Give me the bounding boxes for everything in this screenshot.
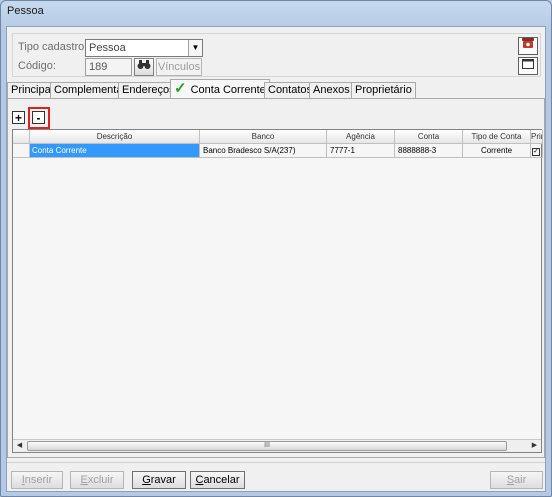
excluir-button[interactable]: Excluir [70, 471, 124, 489]
tipo-cadastro-label: Tipo cadastro [18, 41, 85, 53]
inserir-button[interactable]: Inserir [11, 471, 63, 489]
cell-tipo-conta[interactable]: Corrente [463, 144, 531, 158]
row-indicator-header [13, 130, 30, 144]
gravar-button[interactable]: Gravar [132, 471, 186, 489]
action-bar: Inserir Excluir Gravar Cancelar Sair [7, 462, 545, 491]
sair-button[interactable]: Sair [490, 471, 543, 489]
pessoa-window: Pessoa Tipo cadastro Pessoa ▼ Código: 18… [0, 0, 552, 497]
tipo-cadastro-select[interactable]: Pessoa ▼ [85, 39, 203, 57]
table-row[interactable]: Conta Corrente Banco Bradesco S/A(237) 7… [13, 144, 543, 158]
sair-accel: S [506, 474, 515, 486]
binoculars-icon[interactable] [134, 58, 154, 76]
window-glyph [522, 58, 534, 69]
excluir-label: xcluir [87, 474, 114, 486]
col-conta[interactable]: Conta [395, 130, 463, 144]
accounts-grid[interactable]: Descrição Banco Agência Conta Tipo de Co… [12, 129, 543, 453]
vinculos-button[interactable]: Vínculos [156, 58, 202, 76]
codigo-label: Código: [18, 60, 56, 72]
check-icon: ✓ [174, 80, 187, 97]
gravar-label: ravar [150, 474, 176, 486]
phone-glyph [522, 38, 534, 48]
chevron-down-icon[interactable]: ▼ [188, 40, 202, 56]
col-tipo-conta[interactable]: Tipo de Conta [463, 130, 531, 144]
window-title: Pessoa [7, 5, 44, 17]
tab-anexos[interactable]: Anexos [309, 82, 354, 98]
col-principal[interactable]: Princ [531, 130, 543, 144]
remove-highlight-box [28, 107, 50, 129]
gravar-accel: G [142, 474, 151, 486]
tipo-cadastro-value: Pessoa [89, 42, 126, 54]
header-group: Tipo cadastro Pessoa ▼ Código: 189 Víncu… [12, 33, 541, 77]
scroll-left-icon[interactable]: ◀ [13, 440, 26, 452]
sair-label: air [514, 474, 527, 486]
scroll-thumb[interactable]: III [27, 441, 507, 451]
col-banco[interactable]: Banco [200, 130, 327, 144]
tab-conta-corrente-label: Conta Corrente [190, 84, 266, 96]
binoculars-glyph [137, 59, 151, 69]
tab-strip: Principal Complementar Endereços ✓ Conta … [7, 79, 547, 99]
inserir-label: nserir [24, 474, 53, 486]
excluir-accel: E [80, 474, 88, 486]
tab-proprietario[interactable]: Proprietário [351, 82, 416, 98]
window-client-area: Tipo cadastro Pessoa ▼ Código: 189 Víncu… [6, 26, 546, 492]
col-descricao[interactable]: Descrição [30, 130, 200, 144]
codigo-field[interactable]: 189 [85, 58, 132, 76]
scroll-right-icon[interactable]: ▶ [528, 440, 541, 452]
window-icon[interactable] [518, 57, 538, 75]
horizontal-scrollbar[interactable]: ◀ III ▶ [13, 439, 541, 452]
cancelar-label: ancelar [203, 474, 240, 486]
cell-conta[interactable]: 8888888-3 [395, 144, 463, 158]
phone-icon[interactable] [518, 37, 538, 55]
grid-header-row: Descrição Banco Agência Conta Tipo de Co… [13, 130, 543, 144]
cell-banco[interactable]: Banco Bradesco S/A(237) [200, 144, 327, 158]
checkbox-icon: ✓ [532, 148, 540, 156]
cell-principal-checkbox[interactable]: ✓ [531, 144, 543, 158]
cell-descricao[interactable]: Conta Corrente [30, 144, 200, 158]
conta-corrente-panel: + - Descrição Banco Agência Conta Tipo d… [7, 98, 545, 458]
tab-conta-corrente[interactable]: ✓ Conta Corrente [170, 79, 270, 99]
row-indicator [13, 144, 30, 158]
add-row-button[interactable]: + [12, 111, 25, 124]
col-agencia[interactable]: Agência [327, 130, 395, 144]
cell-agencia[interactable]: 7777-1 [327, 144, 395, 158]
cancelar-button[interactable]: Cancelar [190, 471, 245, 489]
